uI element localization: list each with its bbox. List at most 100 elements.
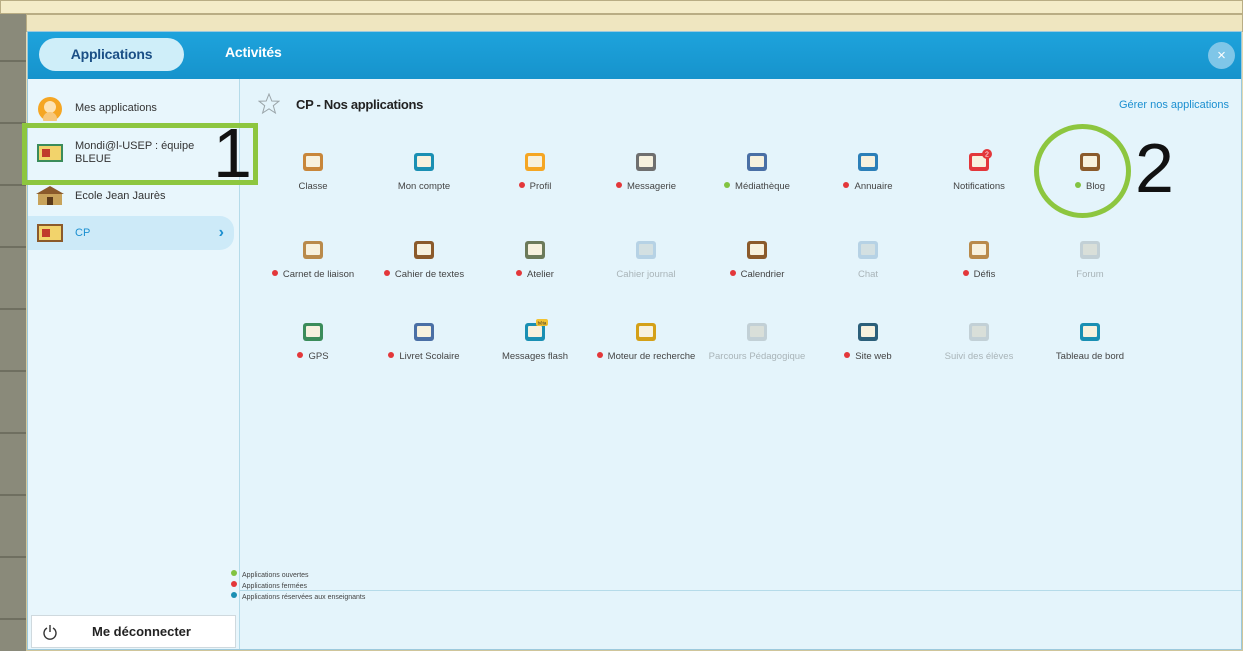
app-icon <box>525 153 545 171</box>
app-label: Carnet de liaison <box>258 269 368 281</box>
background-beam <box>0 0 1243 14</box>
top-bar: Applications Activités × <box>28 32 1241 79</box>
app-icon <box>636 241 656 259</box>
app-label: Défis <box>924 269 1034 281</box>
svg-text:bêta: bêta <box>538 321 547 326</box>
tab-activites[interactable]: Activités <box>225 44 282 60</box>
annotation-number-1: 1 <box>213 114 252 192</box>
app-label: Cahier journal <box>616 269 676 280</box>
app-icon <box>858 153 878 171</box>
app-label: Cahier de textes <box>369 269 479 281</box>
app-icon <box>858 241 878 259</box>
app-label: Messages flash <box>501 351 568 362</box>
red-dot-icon <box>962 270 969 276</box>
app-label: Atelier <box>480 269 590 281</box>
svg-text:2: 2 <box>985 152 989 159</box>
app-tile[interactable]: Mon compte <box>369 149 479 193</box>
green-dot-icon <box>231 570 237 576</box>
logout-button[interactable]: Me déconnecter <box>31 615 236 648</box>
sidebar-item-cp[interactable]: CP › <box>28 216 234 250</box>
app-tile[interactable]: Calendrier <box>702 237 812 281</box>
app-tile[interactable]: Moteur de recherche <box>591 319 701 363</box>
app-label: Profil <box>480 181 590 193</box>
app-icon <box>1080 323 1100 341</box>
star-icon[interactable] <box>258 93 280 115</box>
manage-apps-link[interactable]: Gérer nos applications <box>1119 99 1229 111</box>
app-label: Parcours Pédagogique <box>708 351 806 362</box>
legend-open: Applications ouvertes <box>231 570 365 581</box>
tab-applications[interactable]: Applications <box>39 38 184 71</box>
app-tile[interactable]: Site web <box>813 319 923 363</box>
app-label: Livret Scolaire <box>369 351 479 363</box>
page-title: CP - Nos applications <box>296 96 424 112</box>
app-label: Suivi des élèves <box>944 351 1014 362</box>
app-tile[interactable]: Cahier de textes <box>369 237 479 281</box>
power-icon <box>43 624 57 640</box>
app-tile[interactable]: Messagerie <box>591 149 701 193</box>
app-tile[interactable]: Tableau de bord <box>1035 319 1145 363</box>
red-dot-icon <box>518 182 525 188</box>
app-icon <box>1080 241 1100 259</box>
app-icon <box>969 241 989 259</box>
red-dot-icon <box>516 270 523 276</box>
app-tile[interactable]: 2 Notifications <box>924 149 1034 193</box>
app-tile[interactable]: Forum <box>1035 237 1145 281</box>
red-dot-icon <box>383 270 390 276</box>
highlight-circle-2 <box>1034 124 1131 218</box>
app-tile[interactable]: Suivi des élèves <box>924 319 1034 363</box>
app-tile[interactable]: Atelier <box>480 237 590 281</box>
app-tile[interactable]: Cahier journal <box>591 237 701 281</box>
red-dot-icon <box>388 352 395 358</box>
app-label: Moteur de recherche <box>591 351 701 363</box>
app-icon <box>747 241 767 259</box>
app-icon <box>525 241 545 259</box>
app-icon <box>303 323 323 341</box>
app-label: Annuaire <box>813 181 923 193</box>
red-dot-icon <box>297 352 304 358</box>
app-label: Médiathèque <box>702 181 812 193</box>
app-tile[interactable]: Défis <box>924 237 1034 281</box>
school-icon <box>36 186 64 205</box>
red-dot-icon <box>231 581 237 587</box>
app-icon <box>969 323 989 341</box>
app-label: Notifications <box>953 181 1005 192</box>
legend: Applications ouvertes Applications fermé… <box>231 570 365 603</box>
close-icon[interactable]: × <box>1208 42 1235 69</box>
app-icon <box>303 241 323 259</box>
app-tile[interactable]: Classe <box>258 149 368 193</box>
app-tile[interactable]: Parcours Pédagogique <box>702 319 812 363</box>
avatar-icon <box>38 97 62 121</box>
app-label: Forum <box>1076 269 1104 280</box>
app-tile[interactable]: Annuaire <box>813 149 923 193</box>
app-label: Mon compte <box>397 181 451 192</box>
legend-teachers: Applications réservées aux enseignants <box>231 592 365 603</box>
app-label: Tableau de bord <box>1055 351 1125 362</box>
green-dot-icon <box>724 182 731 188</box>
sidebar-item-ecole[interactable]: Ecole Jean Jaurès <box>28 183 234 209</box>
app-icon <box>636 153 656 171</box>
app-tile[interactable]: Profil <box>480 149 590 193</box>
chevron-right-icon: › <box>218 224 224 241</box>
app-label: Site web <box>813 351 923 363</box>
red-dot-icon <box>843 182 850 188</box>
app-tile[interactable]: Médiathèque <box>702 149 812 193</box>
app-tile[interactable]: bêta Messages flash <box>480 319 590 363</box>
logout-label: Me déconnecter <box>92 624 191 639</box>
app-icon <box>636 323 656 341</box>
app-tile[interactable]: Carnet de liaison <box>258 237 368 281</box>
app-label: Messagerie <box>591 181 701 193</box>
app-tile[interactable]: GPS <box>258 319 368 363</box>
class-icon <box>37 224 63 242</box>
app-label: Chat <box>857 269 879 280</box>
red-dot-icon <box>596 352 603 358</box>
red-dot-icon <box>271 270 278 276</box>
sidebar-item-label: Mes applications <box>75 101 157 114</box>
app-icon <box>858 323 878 341</box>
app-icon <box>303 153 323 171</box>
annotation-number-2: 2 <box>1135 129 1174 207</box>
background-ceiling <box>26 14 1243 32</box>
app-tile[interactable]: Livret Scolaire <box>369 319 479 363</box>
app-tile[interactable]: Chat <box>813 237 923 281</box>
sidebar-item-mes-applications[interactable]: Mes applications <box>28 95 234 121</box>
teal-dot-icon <box>231 592 237 598</box>
